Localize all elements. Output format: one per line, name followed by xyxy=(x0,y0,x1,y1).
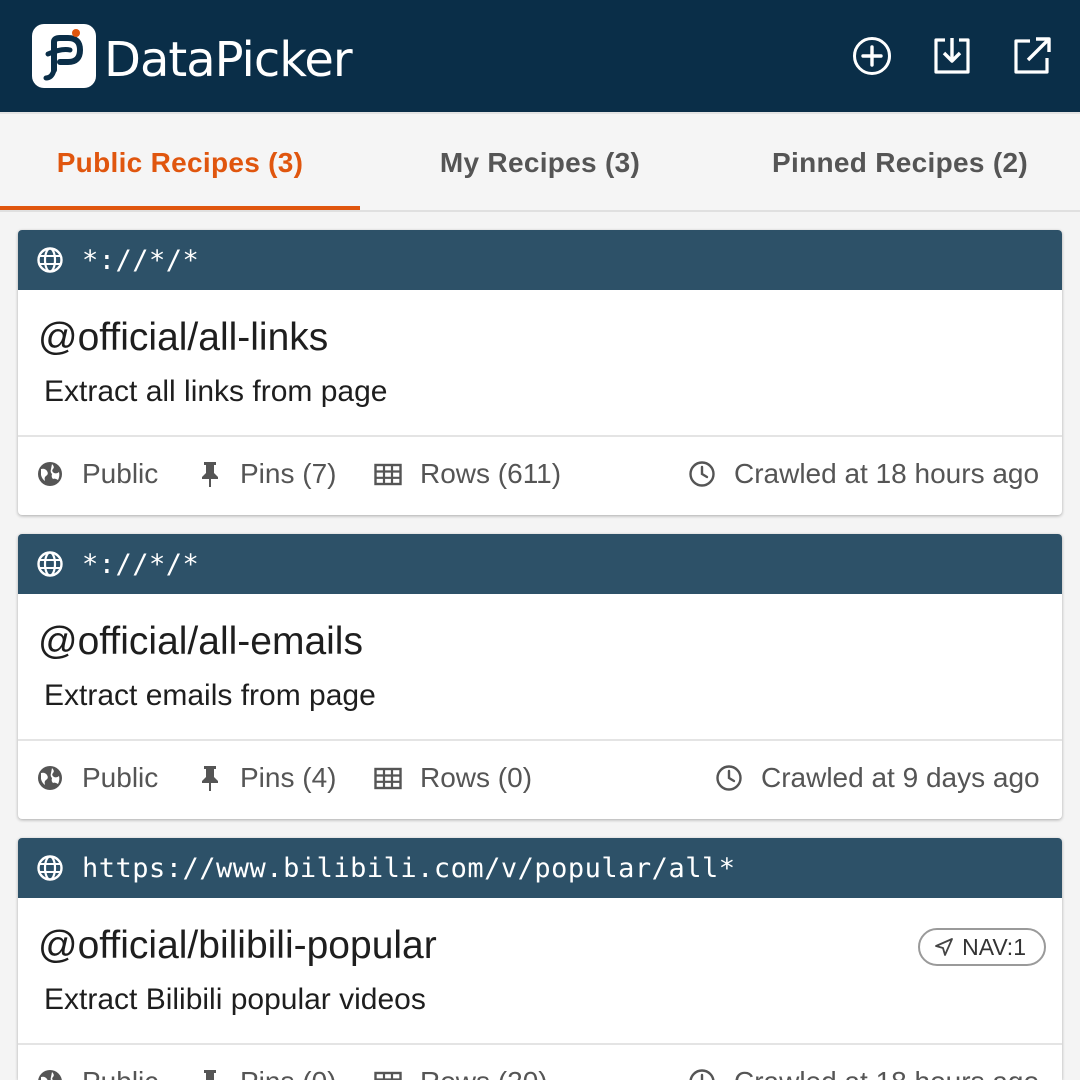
visibility-label: Public xyxy=(82,458,159,489)
recipe-url-pattern: https://www.bilibili.com/v/popular/all* xyxy=(82,853,736,884)
recipe-url-header: *://*/* xyxy=(18,534,1062,594)
pin-icon xyxy=(204,1070,216,1080)
rows-label: Rows (20) xyxy=(420,1062,548,1080)
crawled-info: Crawled at 18 hours ago xyxy=(688,1062,1048,1080)
clock-icon xyxy=(689,461,715,487)
divider xyxy=(18,739,1062,741)
rows-info: Rows (611) xyxy=(374,454,594,494)
active-tab-indicator xyxy=(0,206,360,210)
visibility-label: Public xyxy=(82,762,159,793)
visibility-info: Public xyxy=(36,454,176,494)
recipe-description: Extract Bilibili popular videos xyxy=(44,983,426,1016)
recipe-name[interactable]: @official/all-links xyxy=(38,314,328,362)
globe-icon xyxy=(37,855,63,881)
table-grid-icon xyxy=(374,1071,402,1080)
crawled-label: Crawled at 18 hours ago xyxy=(734,1062,1039,1080)
recipe-description: Extract emails from page xyxy=(44,679,376,712)
pins-info: Pins (4) xyxy=(196,758,356,798)
public-globe-icon xyxy=(38,766,62,790)
nav-badge-label: NAV:1 xyxy=(962,934,1026,960)
clock-icon xyxy=(689,1069,715,1080)
app-header: DataPicker xyxy=(0,0,1080,112)
download-icon[interactable] xyxy=(932,36,972,76)
globe-icon xyxy=(37,247,63,273)
pin-icon xyxy=(202,766,218,791)
public-globe-icon xyxy=(38,1070,62,1080)
brand-name: DataPicker xyxy=(104,32,353,88)
crawled-info: Crawled at 18 hours ago xyxy=(688,454,1048,494)
tab-public-recipes[interactable]: Public Recipes (3) xyxy=(0,114,360,210)
divider xyxy=(18,1043,1062,1045)
recipe-description: Extract all links from page xyxy=(44,375,388,408)
recipe-card[interactable]: *://*/* @official/all-emails Extract ema… xyxy=(18,534,1062,819)
pins-label: Pins (0) xyxy=(240,1062,336,1080)
visibility-info: Public xyxy=(36,758,176,798)
tab-pinned-recipes[interactable]: Pinned Recipes (2) xyxy=(720,114,1080,210)
rows-info: Rows (0) xyxy=(374,758,594,798)
recipe-name[interactable]: @official/all-emails xyxy=(38,618,363,666)
rows-label: Rows (611) xyxy=(420,458,562,489)
table-grid-icon xyxy=(374,463,402,486)
recipe-card[interactable]: *://*/* @official/all-links Extract all … xyxy=(18,230,1062,515)
clock-icon xyxy=(716,765,742,791)
divider xyxy=(18,435,1062,437)
crawled-label: Crawled at 18 hours ago xyxy=(734,458,1040,489)
open-external-icon[interactable] xyxy=(1012,36,1052,76)
pin-icon xyxy=(202,462,218,487)
pins-label: Pins (7) xyxy=(240,458,337,489)
visibility-info: Public xyxy=(36,1062,176,1080)
recipe-url-header: https://www.bilibili.com/v/popular/all* xyxy=(18,838,1062,898)
recipe-url-pattern: *://*/* xyxy=(82,245,200,276)
pins-label: Pins (4) xyxy=(240,762,337,793)
pins-info: Pins (0) xyxy=(196,1062,356,1080)
recipe-card[interactable]: https://www.bilibili.com/v/popular/all* … xyxy=(18,838,1062,1080)
crawled-info: Crawled at 9 days ago xyxy=(715,758,1055,798)
tab-my-recipes[interactable]: My Recipes (3) xyxy=(360,114,720,210)
rows-info: Rows (20) xyxy=(374,1062,594,1080)
recipe-url-header: *://*/* xyxy=(18,230,1062,290)
datapicker-logo xyxy=(32,24,96,88)
visibility-label: Public xyxy=(82,1062,158,1080)
nav-badge: NAV:1 xyxy=(918,928,1046,966)
navigation-arrow-icon xyxy=(935,938,953,956)
logo-icon xyxy=(43,29,83,81)
add-circle-icon[interactable] xyxy=(852,36,892,76)
recipe-tabs: Public Recipes (3) My Recipes (3) Pinned… xyxy=(0,112,1080,212)
pins-info: Pins (7) xyxy=(196,454,356,494)
recipe-url-pattern: *://*/* xyxy=(82,549,200,580)
recipe-name[interactable]: @official/bilibili-popular xyxy=(38,922,437,970)
globe-icon xyxy=(37,551,63,577)
public-globe-icon xyxy=(38,462,62,486)
crawled-label: Crawled at 9 days ago xyxy=(761,762,1040,793)
rows-label: Rows (0) xyxy=(420,762,533,793)
table-grid-icon xyxy=(374,767,402,790)
